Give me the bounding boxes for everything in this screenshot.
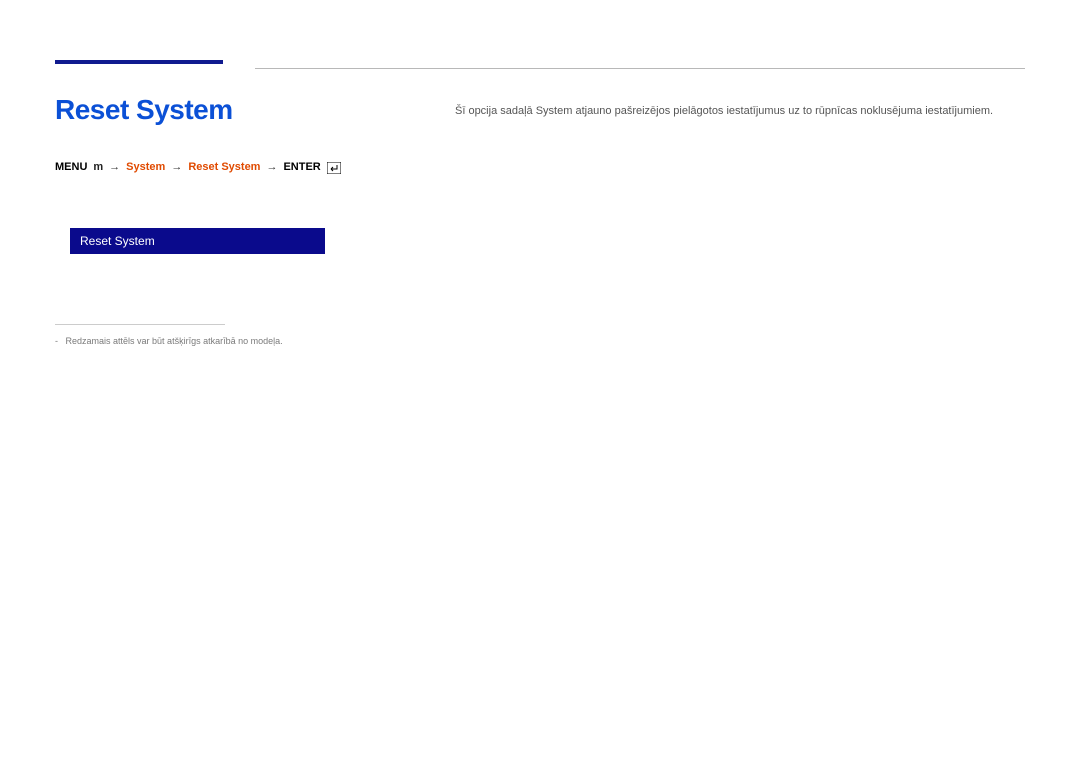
header-divider: [255, 68, 1025, 69]
breadcrumb-menu: MENU: [55, 161, 87, 173]
footnote: - Redzamais attēls var būt atšķirīgs atk…: [55, 335, 1025, 348]
breadcrumb-arrow-3: →: [266, 161, 277, 173]
breadcrumb-arrow-2: →: [171, 161, 182, 173]
footnote-dash: -: [55, 335, 63, 348]
footnote-divider: [55, 324, 225, 325]
description-text: Šī opcija sadaļā System atjauno pašreizē…: [455, 103, 1025, 120]
menu-item-reset-system[interactable]: Reset System: [70, 228, 325, 254]
breadcrumb-level-2: Reset System: [188, 161, 260, 173]
breadcrumb-level-1: System: [126, 161, 165, 173]
menu-preview: Reset System: [55, 228, 310, 254]
breadcrumb-arrow-1: →: [109, 161, 120, 173]
breadcrumb: MENU m → System → Reset System → ENTER: [55, 161, 1025, 173]
menu-item-label: Reset System: [80, 234, 155, 248]
header-bar: [55, 60, 223, 64]
enter-icon: [327, 162, 339, 172]
breadcrumb-menu-icon: m: [93, 161, 103, 173]
breadcrumb-enter: ENTER: [283, 161, 320, 173]
footnote-text: Redzamais attēls var būt atšķirīgs atkar…: [66, 336, 283, 346]
